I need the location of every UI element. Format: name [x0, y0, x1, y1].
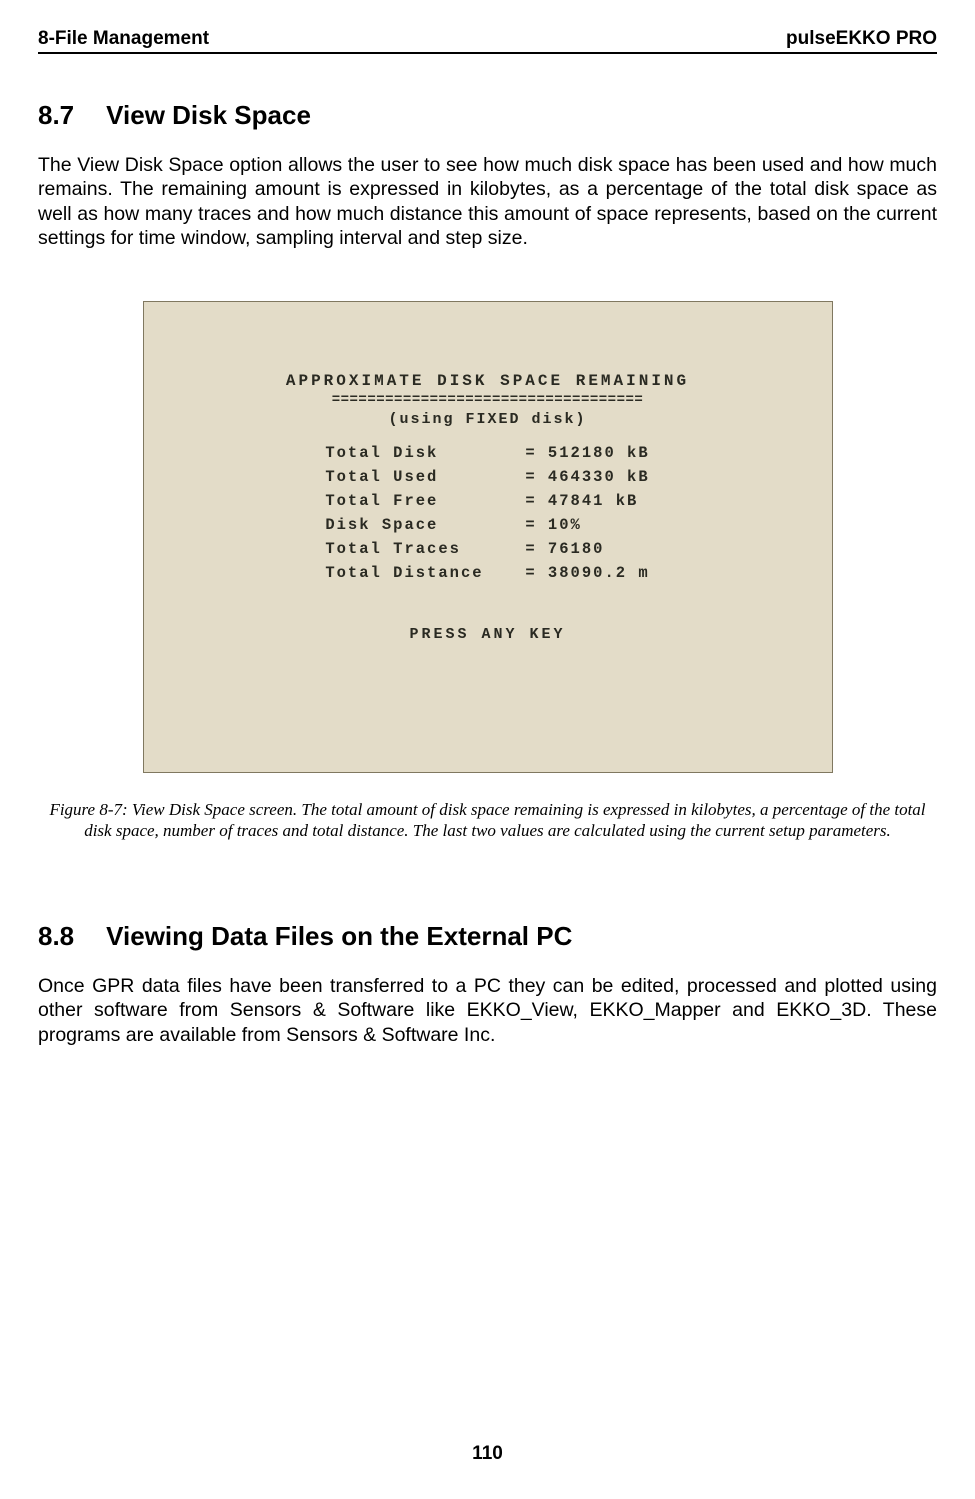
row-label: Total Distance	[325, 564, 525, 582]
table-row: Total Disk= 512180 kB	[325, 444, 649, 462]
press-any-key: PRESS ANY KEY	[144, 626, 832, 643]
row-label: Disk Space	[325, 516, 525, 534]
row-label: Total Disk	[325, 444, 525, 462]
table-row: Total Free= 47841 kB	[325, 492, 649, 510]
row-label: Total Free	[325, 492, 525, 510]
section-8-7-body: The View Disk Space option allows the us…	[38, 153, 937, 251]
disk-space-screenshot: APPROXIMATE DISK SPACE REMAINING =======…	[143, 301, 833, 773]
row-value: = 10%	[525, 516, 582, 534]
section-title: View Disk Space	[106, 100, 311, 130]
row-value: = 512180 kB	[525, 444, 649, 462]
table-row: Disk Space= 10%	[325, 516, 649, 534]
row-value: = 464330 kB	[525, 468, 649, 486]
row-value: = 38090.2 m	[525, 564, 649, 582]
section-title: Viewing Data Files on the External PC	[106, 921, 572, 951]
page-header: 8-File Management pulseEKKO PRO	[38, 28, 937, 54]
screenshot-separator: ===================================	[144, 392, 832, 408]
section-8-7-heading: 8.7 View Disk Space	[38, 100, 937, 131]
row-label: Total Used	[325, 468, 525, 486]
section-number: 8.8	[38, 921, 74, 952]
row-value: = 76180	[525, 540, 604, 558]
row-value: = 47841 kB	[525, 492, 638, 510]
page-number: 110	[0, 1443, 975, 1465]
row-label: Total Traces	[325, 540, 525, 558]
section-number: 8.7	[38, 100, 74, 131]
section-8-8-body: Once GPR data files have been transferre…	[38, 974, 937, 1047]
table-row: Total Distance= 38090.2 m	[325, 564, 649, 582]
screenshot-title: APPROXIMATE DISK SPACE REMAINING	[144, 372, 832, 390]
screenshot-table: Total Disk= 512180 kB Total Used= 464330…	[325, 444, 649, 588]
header-left: 8-File Management	[38, 28, 209, 50]
screenshot-subtitle: (using FIXED disk)	[144, 411, 832, 428]
header-right: pulseEKKO PRO	[786, 28, 937, 50]
section-8-8-heading: 8.8 Viewing Data Files on the External PC	[38, 921, 937, 952]
table-row: Total Used= 464330 kB	[325, 468, 649, 486]
table-row: Total Traces= 76180	[325, 540, 649, 558]
figure-caption: Figure 8-7: View Disk Space screen. The …	[38, 799, 937, 842]
